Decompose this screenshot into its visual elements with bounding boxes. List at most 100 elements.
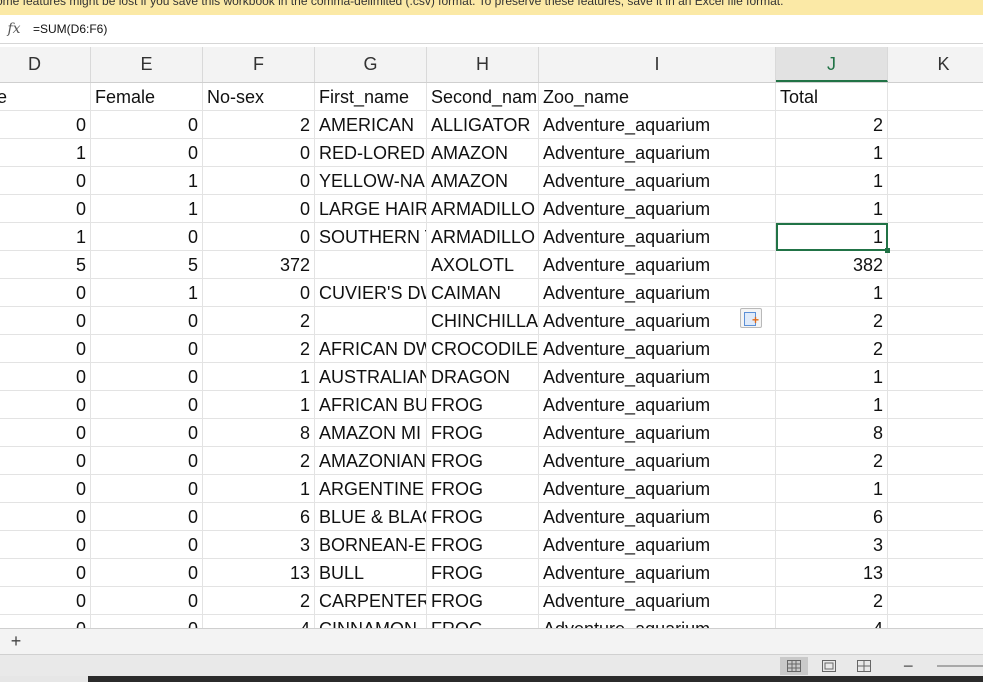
table-cell[interactable]: AMAZONIAN (315, 447, 427, 475)
table-cell[interactable]: 1 (0, 139, 91, 167)
table-cell[interactable] (888, 559, 983, 587)
table-cell[interactable]: 0 (0, 363, 91, 391)
table-cell[interactable]: FROG (427, 587, 539, 615)
table-cell[interactable] (888, 307, 983, 335)
table-cell[interactable]: 2 (776, 447, 888, 475)
table-cell[interactable] (888, 447, 983, 475)
table-cell[interactable]: 0 (0, 447, 91, 475)
table-cell[interactable]: 1 (776, 475, 888, 503)
table-cell[interactable]: 0 (91, 139, 203, 167)
table-cell[interactable]: 0 (91, 503, 203, 531)
table-cell[interactable]: AMAZON (427, 139, 539, 167)
table-cell[interactable]: CUVIER'S DW (315, 279, 427, 307)
table-cell[interactable]: BULL (315, 559, 427, 587)
table-cell[interactable] (315, 251, 427, 279)
spreadsheet-grid[interactable]: aleFemaleNo-sexFirst_nameSecond_namZoo_n… (0, 83, 983, 628)
table-cell[interactable]: 1 (203, 391, 315, 419)
table-cell[interactable]: BORNEAN-EA (315, 531, 427, 559)
table-cell[interactable]: ARMADILLO (427, 223, 539, 251)
table-cell[interactable]: 0 (91, 223, 203, 251)
table-cell[interactable]: 0 (203, 279, 315, 307)
table-cell[interactable]: Adventure_aquarium (539, 447, 776, 475)
table-cell[interactable]: AXOLOTL (427, 251, 539, 279)
table-cell[interactable] (888, 503, 983, 531)
table-cell[interactable]: Adventure_aquarium (539, 503, 776, 531)
column-header-e[interactable]: E (91, 47, 203, 82)
table-cell[interactable]: Adventure_aquarium (539, 559, 776, 587)
table-cell[interactable]: 0 (203, 167, 315, 195)
table-cell[interactable]: 0 (0, 475, 91, 503)
table-cell[interactable]: 0 (203, 195, 315, 223)
table-cell[interactable]: 1 (91, 279, 203, 307)
table-cell[interactable]: 0 (91, 307, 203, 335)
column-header-h[interactable]: H (427, 47, 539, 82)
table-cell[interactable]: 1 (91, 195, 203, 223)
table-cell[interactable]: 372 (203, 251, 315, 279)
header-cell[interactable]: Zoo_name (539, 83, 776, 111)
table-cell[interactable]: 0 (0, 335, 91, 363)
table-cell[interactable]: Adventure_aquarium (539, 363, 776, 391)
table-cell[interactable]: YELLOW-NAP (315, 167, 427, 195)
table-cell[interactable]: 1 (776, 279, 888, 307)
header-cell[interactable]: Female (91, 83, 203, 111)
table-cell[interactable]: SOUTHERN T (315, 223, 427, 251)
table-cell[interactable]: 4 (776, 615, 888, 628)
table-cell[interactable]: CROCODILE (427, 335, 539, 363)
table-cell[interactable]: 1 (776, 139, 888, 167)
table-cell[interactable]: 0 (203, 223, 315, 251)
table-cell[interactable]: 0 (0, 587, 91, 615)
table-cell[interactable]: FROG (427, 447, 539, 475)
table-cell[interactable]: ARGENTINE I (315, 475, 427, 503)
table-cell[interactable]: 2 (203, 335, 315, 363)
table-cell[interactable] (888, 139, 983, 167)
formula-input[interactable]: =SUM(D6:F6) (28, 22, 107, 36)
table-cell[interactable]: 0 (91, 587, 203, 615)
table-cell[interactable] (888, 223, 983, 251)
table-cell[interactable]: 0 (0, 503, 91, 531)
table-cell[interactable]: FROG (427, 615, 539, 628)
table-cell[interactable]: 0 (0, 615, 91, 628)
table-cell[interactable]: 1 (203, 475, 315, 503)
table-cell[interactable]: 0 (91, 363, 203, 391)
table-cell[interactable]: 2 (776, 587, 888, 615)
normal-view-icon[interactable] (780, 657, 808, 675)
table-cell[interactable]: 13 (776, 559, 888, 587)
header-cell[interactable]: Total (776, 83, 888, 111)
table-cell[interactable] (888, 531, 983, 559)
table-cell[interactable]: BLUE & BLAC (315, 503, 427, 531)
table-cell[interactable] (888, 111, 983, 139)
table-cell[interactable]: AMAZON MI (315, 419, 427, 447)
table-cell[interactable] (315, 307, 427, 335)
table-cell[interactable]: CINNAMON (315, 615, 427, 628)
table-cell[interactable] (888, 279, 983, 307)
table-cell[interactable]: LARGE HAIRY (315, 195, 427, 223)
table-cell[interactable]: 0 (91, 419, 203, 447)
table-cell[interactable]: 0 (0, 419, 91, 447)
table-cell[interactable]: 2 (776, 111, 888, 139)
table-cell[interactable]: 2 (776, 307, 888, 335)
column-header-d[interactable]: D (0, 47, 91, 82)
table-cell[interactable]: AUSTRALIAN (315, 363, 427, 391)
header-cell[interactable] (888, 83, 983, 111)
table-cell[interactable]: FROG (427, 559, 539, 587)
table-cell[interactable] (888, 475, 983, 503)
function-icon[interactable]: fx (0, 21, 28, 37)
table-cell[interactable]: 0 (0, 391, 91, 419)
table-cell[interactable] (888, 167, 983, 195)
table-cell[interactable]: AMAZON (427, 167, 539, 195)
table-cell[interactable]: AFRICAN DW (315, 335, 427, 363)
table-cell[interactable]: ARMADILLO (427, 195, 539, 223)
table-cell[interactable]: 1 (91, 167, 203, 195)
page-layout-view-icon[interactable] (815, 657, 843, 675)
table-cell[interactable]: Adventure_aquarium (539, 335, 776, 363)
table-cell[interactable]: 0 (91, 475, 203, 503)
header-cell[interactable]: ale (0, 83, 91, 111)
table-cell[interactable]: AFRICAN BUI (315, 391, 427, 419)
column-header-k[interactable]: K (888, 47, 983, 82)
table-cell[interactable]: 2 (776, 335, 888, 363)
header-cell[interactable]: Second_nam (427, 83, 539, 111)
table-cell[interactable]: 5 (0, 251, 91, 279)
table-cell[interactable]: 0 (0, 167, 91, 195)
table-cell[interactable]: 0 (91, 615, 203, 628)
table-cell[interactable]: ALLIGATOR (427, 111, 539, 139)
